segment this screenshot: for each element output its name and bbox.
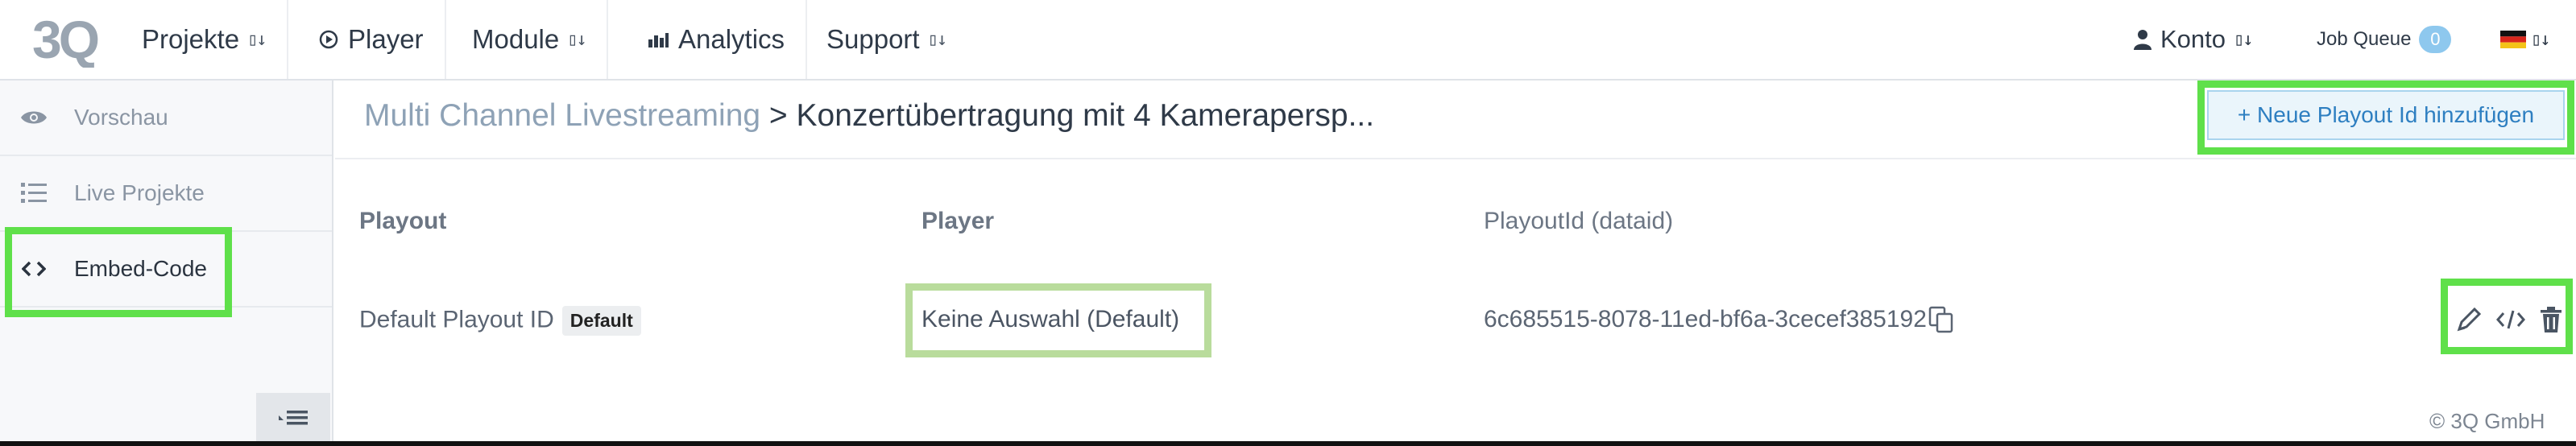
- footer-copyright: © 3Q GmbH: [2429, 409, 2545, 433]
- playout-name: Default Playout ID Default: [359, 306, 641, 336]
- collapse-menu-icon: [279, 411, 308, 425]
- nav-module-label: Module: [472, 24, 560, 54]
- breadcrumb: Multi Channel Livestreaming > Konzertübe…: [364, 98, 1374, 134]
- list-icon: [19, 180, 48, 206]
- code-embed-icon[interactable]: [2495, 308, 2526, 332]
- nav-analytics-label: Analytics: [678, 24, 785, 54]
- nav-projekte-label: Projekte: [142, 24, 240, 54]
- copy-icon[interactable]: [1928, 306, 1954, 333]
- play-circle-icon: [319, 30, 338, 49]
- logo[interactable]: 3Q: [32, 11, 121, 68]
- sidebar-item-embed-code[interactable]: Embed-Code: [0, 232, 332, 308]
- chevron-down-icon: ▯↓: [2234, 29, 2253, 50]
- sidebar: Vorschau Live Projekte Embed-Code: [0, 81, 333, 446]
- nav-account[interactable]: Konto ▯↓: [2133, 0, 2253, 79]
- sidebar-item-label: Live Projekte: [74, 180, 205, 205]
- sidebar-item-live-projekte[interactable]: Live Projekte: [0, 156, 332, 232]
- bottom-border: [0, 441, 2576, 446]
- player-select[interactable]: Keine Auswahl (Default): [921, 306, 1179, 333]
- nav-support[interactable]: Support ▯↓: [806, 0, 967, 79]
- logo-text: 3Q: [32, 11, 98, 68]
- column-header-player: Player: [921, 208, 995, 234]
- column-header-playout: Playout: [359, 208, 447, 234]
- playout-id-cell: 6c685515-8078-11ed-bf6a-3cecef385192: [1484, 306, 1954, 333]
- chevron-down-icon: ▯↓: [927, 29, 947, 50]
- playout-name-text: Default Playout ID: [359, 306, 554, 333]
- add-playout-id-button[interactable]: + Neue Playout Id hinzufügen: [2207, 90, 2565, 140]
- code-icon: [19, 256, 48, 282]
- nav-module[interactable]: Module ▯↓: [451, 0, 608, 79]
- user-icon: [2133, 29, 2152, 50]
- playout-id-value: 6c685515-8078-11ed-bf6a-3cecef385192: [1484, 306, 1927, 332]
- nav-player-label: Player: [348, 24, 424, 54]
- sidebar-item-label: Vorschau: [74, 105, 168, 130]
- column-header-playout-id: PlayoutId (dataid): [1484, 208, 1674, 234]
- sidebar-item-label: Embed-Code: [74, 256, 207, 281]
- top-navbar: 3Q Projekte ▯↓ Player Module ▯↓ Analytic…: [0, 0, 2576, 81]
- job-queue-label: Job Queue: [2317, 28, 2412, 50]
- nav-job-queue[interactable]: Job Queue 0: [2317, 0, 2452, 79]
- sidebar-collapse-button[interactable]: [256, 393, 330, 443]
- language-selector[interactable]: ▯↓: [2500, 0, 2550, 79]
- nav-projekte[interactable]: Projekte ▯↓: [121, 0, 288, 79]
- chevron-down-icon: ▯↓: [2531, 29, 2550, 50]
- row-actions: [2455, 299, 2563, 340]
- nav-player[interactable]: Player: [298, 0, 446, 79]
- breadcrumb-parent-link[interactable]: Multi Channel Livestreaming: [364, 98, 760, 133]
- chevron-down-icon: ▯↓: [567, 29, 586, 50]
- nav-account-label: Konto: [2160, 25, 2226, 53]
- nav-support-label: Support: [826, 24, 920, 54]
- job-queue-count-badge: 0: [2419, 26, 2452, 53]
- bar-chart-icon: [648, 31, 669, 47]
- default-tag: Default: [561, 306, 641, 336]
- trash-icon[interactable]: [2539, 306, 2563, 333]
- divider: [335, 158, 2576, 159]
- sidebar-item-vorschau[interactable]: Vorschau: [0, 81, 332, 156]
- chevron-down-icon: ▯↓: [247, 29, 267, 50]
- german-flag-icon: [2500, 31, 2526, 48]
- edit-pencil-icon[interactable]: [2455, 306, 2483, 333]
- page-title: Konzertübertragung mit 4 Kamerapersp...: [796, 98, 1375, 133]
- breadcrumb-separator: >: [768, 98, 788, 133]
- eye-icon: [19, 105, 48, 130]
- nav-analytics[interactable]: Analytics: [627, 0, 808, 79]
